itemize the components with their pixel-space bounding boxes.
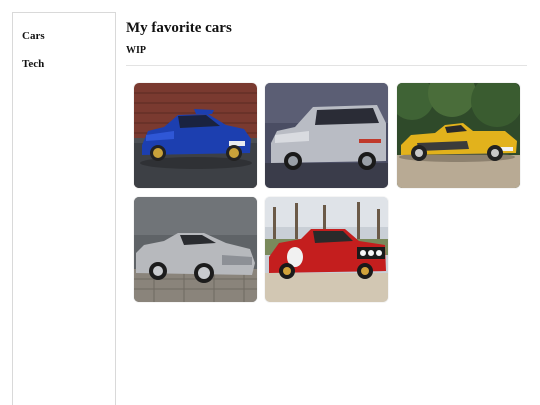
page-title: My favorite cars bbox=[126, 20, 232, 36]
header-divider bbox=[126, 65, 527, 66]
silver-coupe-photo bbox=[134, 197, 257, 302]
car-card-red-rally[interactable] bbox=[265, 197, 388, 302]
sidebar: Cars Tech bbox=[12, 12, 116, 405]
sidebar-item-cars[interactable]: Cars bbox=[22, 30, 45, 42]
sidebar-item-tech[interactable]: Tech bbox=[22, 58, 44, 70]
page-subtitle: WIP bbox=[126, 45, 146, 56]
yellow-roadster-photo bbox=[397, 83, 520, 188]
car-card-blue-sedan[interactable] bbox=[134, 83, 257, 188]
car-card-silver-hatchback[interactable] bbox=[265, 83, 388, 188]
silver-hatchback-photo bbox=[265, 83, 388, 188]
car-card-yellow-roadster[interactable] bbox=[397, 83, 520, 188]
car-card-silver-coupe[interactable] bbox=[134, 197, 257, 302]
blue-sedan-photo bbox=[134, 83, 257, 188]
red-rally-photo bbox=[265, 197, 388, 302]
